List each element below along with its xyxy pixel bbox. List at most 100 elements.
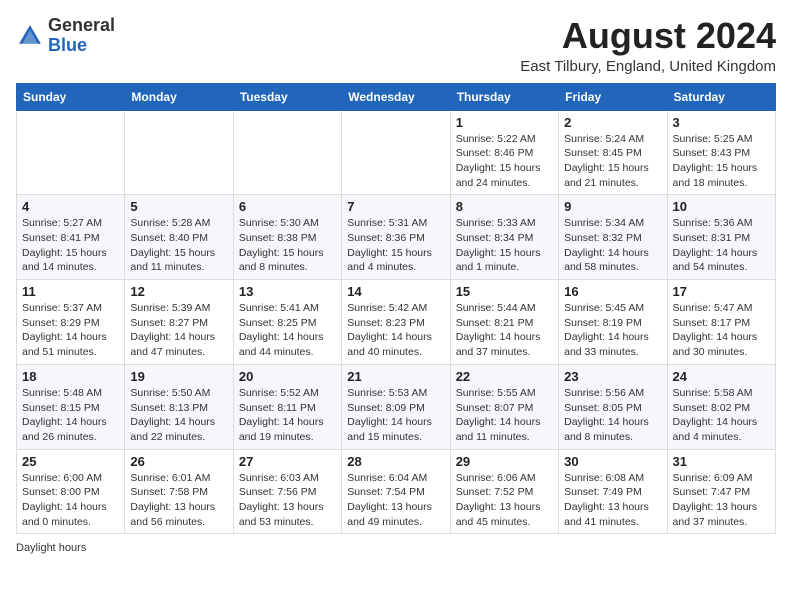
day-number: 19 [130,369,227,384]
calendar-cell: 21 Sunrise: 5:53 AM Sunset: 8:09 PM Dayli… [342,364,450,449]
week-row-3: 11 Sunrise: 5:37 AM Sunset: 8:29 PM Dayli… [17,280,776,365]
day-number: 15 [456,284,553,299]
day-info: Sunrise: 5:34 AM Sunset: 8:32 PM Dayligh… [564,216,661,275]
day-number: 16 [564,284,661,299]
day-number: 18 [22,369,119,384]
day-info: Sunrise: 6:01 AM Sunset: 7:58 PM Dayligh… [130,471,227,530]
day-info: Sunrise: 5:31 AM Sunset: 8:36 PM Dayligh… [347,216,444,275]
location: East Tilbury, England, United Kingdom [520,58,776,75]
calendar-cell: 30 Sunrise: 6:08 AM Sunset: 7:49 PM Dayli… [559,449,667,534]
calendar-cell: 11 Sunrise: 5:37 AM Sunset: 8:29 PM Dayli… [17,280,125,365]
day-info: Sunrise: 5:33 AM Sunset: 8:34 PM Dayligh… [456,216,553,275]
calendar-cell: 17 Sunrise: 5:47 AM Sunset: 8:17 PM Dayli… [667,280,775,365]
col-header-tuesday: Tuesday [233,83,341,110]
calendar-cell: 8 Sunrise: 5:33 AM Sunset: 8:34 PM Daylig… [450,195,558,280]
day-number: 27 [239,454,336,469]
calendar-cell: 13 Sunrise: 5:41 AM Sunset: 8:25 PM Dayli… [233,280,341,365]
logo-icon [16,22,44,50]
week-row-1: 1Sunrise: 5:22 AM Sunset: 8:46 PM Daylig… [17,110,776,195]
day-number: 20 [239,369,336,384]
calendar-cell: 5 Sunrise: 5:28 AM Sunset: 8:40 PM Daylig… [125,195,233,280]
day-info: Sunrise: 5:25 AM Sunset: 8:43 PM Dayligh… [673,132,770,191]
calendar-cell: 18Sunrise: 5:48 AM Sunset: 8:15 PM Dayli… [17,364,125,449]
day-number: 5 [130,199,227,214]
day-number: 2 [564,115,661,130]
day-info: Sunrise: 5:42 AM Sunset: 8:23 PM Dayligh… [347,301,444,360]
week-row-2: 4Sunrise: 5:27 AM Sunset: 8:41 PM Daylig… [17,195,776,280]
calendar-cell: 10Sunrise: 5:36 AM Sunset: 8:31 PM Dayli… [667,195,775,280]
day-info: Sunrise: 5:50 AM Sunset: 8:13 PM Dayligh… [130,386,227,445]
month-title: August 2024 [520,16,776,56]
day-info: Sunrise: 5:47 AM Sunset: 8:17 PM Dayligh… [673,301,770,360]
col-header-sunday: Sunday [17,83,125,110]
day-info: Sunrise: 5:30 AM Sunset: 8:38 PM Dayligh… [239,216,336,275]
day-number: 26 [130,454,227,469]
title-block: August 2024 East Tilbury, England, Unite… [520,16,776,75]
calendar-cell: 31 Sunrise: 6:09 AM Sunset: 7:47 PM Dayli… [667,449,775,534]
calendar-cell: 28Sunrise: 6:04 AM Sunset: 7:54 PM Dayli… [342,449,450,534]
day-info: Sunrise: 5:52 AM Sunset: 8:11 PM Dayligh… [239,386,336,445]
day-info: Sunrise: 6:00 AM Sunset: 8:00 PM Dayligh… [22,471,119,530]
day-info: Sunrise: 5:39 AM Sunset: 8:27 PM Dayligh… [130,301,227,360]
day-number: 31 [673,454,770,469]
day-number: 29 [456,454,553,469]
logo: General Blue [16,16,115,56]
day-info: Sunrise: 6:09 AM Sunset: 7:47 PM Dayligh… [673,471,770,530]
day-number: 8 [456,199,553,214]
calendar-header-row: SundayMondayTuesdayWednesdayThursdayFrid… [17,83,776,110]
day-info: Sunrise: 5:28 AM Sunset: 8:40 PM Dayligh… [130,216,227,275]
col-header-friday: Friday [559,83,667,110]
day-info: Sunrise: 6:08 AM Sunset: 7:49 PM Dayligh… [564,471,661,530]
day-number: 25 [22,454,119,469]
calendar-cell: 4Sunrise: 5:27 AM Sunset: 8:41 PM Daylig… [17,195,125,280]
day-number: 21 [347,369,444,384]
day-number: 23 [564,369,661,384]
calendar-cell: 2Sunrise: 5:24 AM Sunset: 8:45 PM Daylig… [559,110,667,195]
calendar-cell: 25 Sunrise: 6:00 AM Sunset: 8:00 PM Dayli… [17,449,125,534]
day-info: Sunrise: 5:37 AM Sunset: 8:29 PM Dayligh… [22,301,119,360]
day-info: Sunrise: 5:56 AM Sunset: 8:05 PM Dayligh… [564,386,661,445]
day-number: 17 [673,284,770,299]
day-number: 10 [673,199,770,214]
footer-text: Daylight hours [16,542,86,554]
day-number: 11 [22,284,119,299]
calendar-cell: 27 Sunrise: 6:03 AM Sunset: 7:56 PM Dayli… [233,449,341,534]
calendar-cell: 9Sunrise: 5:34 AM Sunset: 8:32 PM Daylig… [559,195,667,280]
day-number: 7 [347,199,444,214]
col-header-saturday: Saturday [667,83,775,110]
day-number: 4 [22,199,119,214]
calendar-cell: 15Sunrise: 5:44 AM Sunset: 8:21 PM Dayli… [450,280,558,365]
day-number: 24 [673,369,770,384]
day-info: Sunrise: 5:45 AM Sunset: 8:19 PM Dayligh… [564,301,661,360]
calendar-cell: 26 Sunrise: 6:01 AM Sunset: 7:58 PM Dayli… [125,449,233,534]
day-number: 22 [456,369,553,384]
calendar-cell: 7 Sunrise: 5:31 AM Sunset: 8:36 PM Daylig… [342,195,450,280]
col-header-wednesday: Wednesday [342,83,450,110]
week-row-4: 18Sunrise: 5:48 AM Sunset: 8:15 PM Dayli… [17,364,776,449]
day-info: Sunrise: 6:04 AM Sunset: 7:54 PM Dayligh… [347,471,444,530]
calendar-cell [342,110,450,195]
day-info: Sunrise: 5:41 AM Sunset: 8:25 PM Dayligh… [239,301,336,360]
calendar-cell: 24 Sunrise: 5:58 AM Sunset: 8:02 PM Dayli… [667,364,775,449]
day-info: Sunrise: 5:55 AM Sunset: 8:07 PM Dayligh… [456,386,553,445]
day-number: 3 [673,115,770,130]
day-info: Sunrise: 5:53 AM Sunset: 8:09 PM Dayligh… [347,386,444,445]
calendar-cell: 12 Sunrise: 5:39 AM Sunset: 8:27 PM Dayli… [125,280,233,365]
day-number: 6 [239,199,336,214]
calendar-cell: 14Sunrise: 5:42 AM Sunset: 8:23 PM Dayli… [342,280,450,365]
day-info: Sunrise: 5:58 AM Sunset: 8:02 PM Dayligh… [673,386,770,445]
day-info: Sunrise: 6:06 AM Sunset: 7:52 PM Dayligh… [456,471,553,530]
calendar-cell: 22 Sunrise: 5:55 AM Sunset: 8:07 PM Dayli… [450,364,558,449]
logo-text: General Blue [48,16,115,56]
calendar-cell: 19 Sunrise: 5:50 AM Sunset: 8:13 PM Dayli… [125,364,233,449]
calendar-cell: 6 Sunrise: 5:30 AM Sunset: 8:38 PM Daylig… [233,195,341,280]
col-header-monday: Monday [125,83,233,110]
week-row-5: 25 Sunrise: 6:00 AM Sunset: 8:00 PM Dayli… [17,449,776,534]
day-number: 13 [239,284,336,299]
calendar-cell: 23 Sunrise: 5:56 AM Sunset: 8:05 PM Dayli… [559,364,667,449]
calendar-cell: 20 Sunrise: 5:52 AM Sunset: 8:11 PM Dayli… [233,364,341,449]
day-number: 30 [564,454,661,469]
day-number: 12 [130,284,227,299]
day-info: Sunrise: 6:03 AM Sunset: 7:56 PM Dayligh… [239,471,336,530]
col-header-thursday: Thursday [450,83,558,110]
